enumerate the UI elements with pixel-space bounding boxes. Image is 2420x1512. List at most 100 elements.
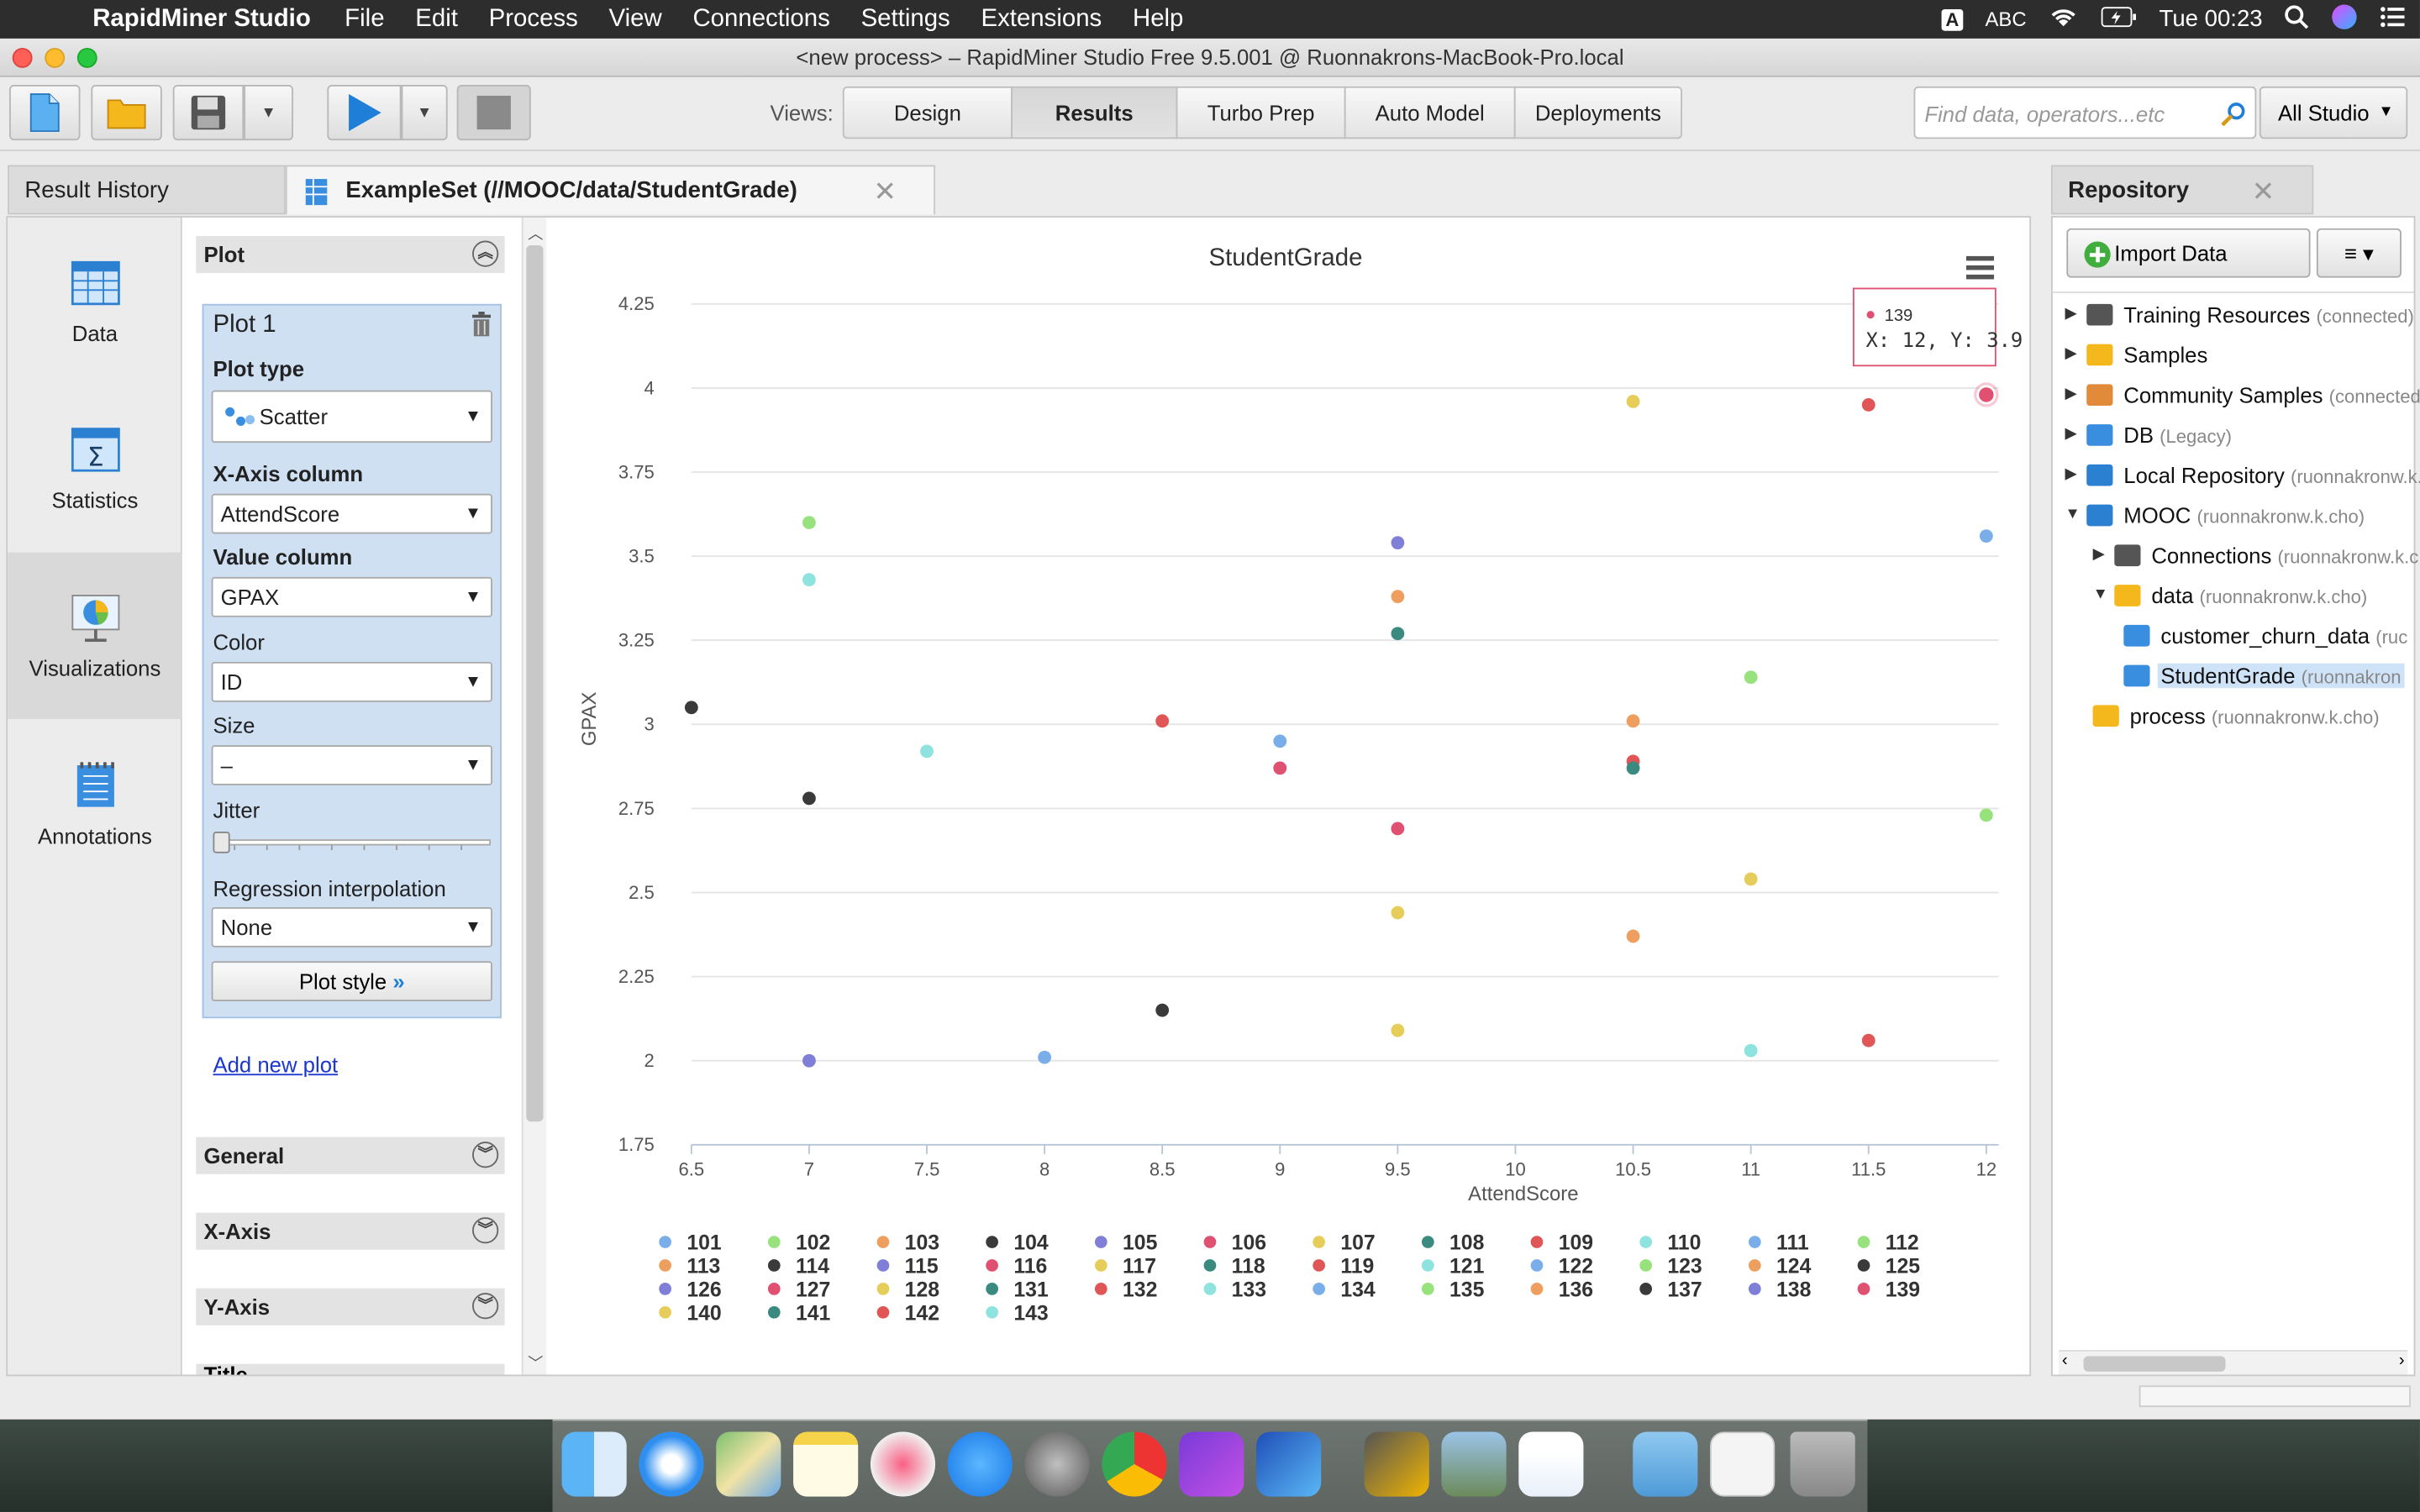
section-x-axis-header[interactable]: X-Axis ︾ bbox=[196, 1212, 505, 1250]
legend-item-label[interactable]: 113 bbox=[687, 1256, 720, 1278]
close-tab-icon[interactable]: ✕ bbox=[873, 166, 897, 216]
run-process-button[interactable] bbox=[327, 85, 402, 141]
global-search-input[interactable]: Find data, operators...etc bbox=[1913, 86, 2257, 139]
tab-repository[interactable]: Repository ✕ bbox=[2050, 165, 2314, 216]
menu-settings[interactable]: Settings bbox=[861, 5, 950, 33]
stop-process-button[interactable] bbox=[456, 85, 531, 141]
tab-result-history[interactable]: Result History bbox=[8, 165, 286, 215]
value-column-select[interactable]: GPAX ▼ bbox=[211, 576, 492, 617]
preview-icon[interactable] bbox=[1441, 1431, 1507, 1497]
data-point[interactable] bbox=[1626, 714, 1640, 728]
legend-item-label[interactable]: 109 bbox=[1559, 1232, 1593, 1255]
legend-item-label[interactable]: 108 bbox=[1449, 1232, 1485, 1255]
system-preferences-icon[interactable] bbox=[1024, 1431, 1090, 1497]
data-point[interactable] bbox=[1391, 822, 1405, 836]
legend-item-label[interactable]: 138 bbox=[1776, 1279, 1812, 1302]
battery-icon[interactable] bbox=[2101, 5, 2138, 33]
legend-item-label[interactable]: 121 bbox=[1449, 1256, 1485, 1278]
data-point[interactable] bbox=[1273, 761, 1287, 775]
keyboard-window-icon[interactable] bbox=[1710, 1431, 1776, 1497]
view-tab-auto-model[interactable]: Auto Model bbox=[1344, 86, 1516, 139]
legend-item-label[interactable]: 123 bbox=[1667, 1256, 1702, 1278]
legend-item-label[interactable]: 143 bbox=[1013, 1302, 1048, 1325]
scroll-down-icon[interactable]: ﹀ bbox=[528, 1350, 543, 1373]
legend-item-label[interactable]: 141 bbox=[796, 1302, 831, 1325]
data-point[interactable] bbox=[1155, 1003, 1170, 1017]
close-window-button[interactable] bbox=[12, 47, 33, 68]
expanded-arrow-icon[interactable]: ▼ bbox=[2065, 506, 2081, 522]
minimize-window-button[interactable] bbox=[45, 47, 66, 68]
data-point[interactable] bbox=[1861, 398, 1876, 412]
nav-visualizations[interactable]: Visualizations bbox=[8, 552, 182, 719]
data-point[interactable] bbox=[802, 1053, 816, 1068]
data-point[interactable] bbox=[1744, 1043, 1758, 1058]
data-point[interactable] bbox=[1273, 734, 1287, 748]
data-point[interactable] bbox=[1391, 1023, 1405, 1037]
notification-center-icon[interactable] bbox=[2380, 5, 2405, 33]
clock[interactable]: Tue 00:23 bbox=[2160, 6, 2263, 32]
data-point[interactable] bbox=[1626, 929, 1640, 943]
legend-item-label[interactable]: 102 bbox=[796, 1232, 830, 1255]
config-panel-scrollbar[interactable]: ︿ ﹀ bbox=[521, 217, 547, 1375]
data-point[interactable] bbox=[1038, 1050, 1052, 1064]
app-menu[interactable]: RapidMiner Studio bbox=[92, 5, 311, 33]
app-store-icon[interactable] bbox=[947, 1431, 1013, 1497]
search-scope-dropdown[interactable]: All Studio ▼ bbox=[2259, 86, 2408, 139]
import-data-button[interactable]: Import Data bbox=[2066, 228, 2311, 278]
legend-item-label[interactable]: 127 bbox=[796, 1279, 830, 1302]
data-point[interactable] bbox=[920, 744, 934, 759]
legend-item-label[interactable]: 105 bbox=[1123, 1232, 1158, 1255]
data-point[interactable] bbox=[802, 573, 816, 587]
nav-data[interactable]: Data bbox=[8, 218, 182, 384]
section-title-header[interactable]: Title bbox=[196, 1363, 505, 1375]
slider-handle[interactable] bbox=[213, 831, 230, 853]
collapsed-arrow-icon[interactable]: ▶ bbox=[2065, 345, 2077, 362]
affinity-photo-icon[interactable] bbox=[1179, 1431, 1244, 1497]
save-options-dropdown[interactable]: ▼ bbox=[244, 85, 293, 141]
legend-item-label[interactable]: 135 bbox=[1449, 1279, 1485, 1302]
legend-item-label[interactable]: 128 bbox=[905, 1279, 940, 1302]
trash-icon[interactable] bbox=[472, 312, 492, 337]
menu-extensions[interactable]: Extensions bbox=[981, 5, 1102, 33]
input-source-label[interactable]: ABC bbox=[1985, 8, 2026, 31]
legend-item-label[interactable]: 103 bbox=[905, 1232, 939, 1255]
tab-exampleset[interactable]: ExampleSet (//MOOC/data/StudentGrade) ✕ bbox=[285, 165, 936, 216]
legend-item-label[interactable]: 131 bbox=[1013, 1279, 1049, 1302]
spotlight-search-icon[interactable] bbox=[2284, 4, 2309, 35]
siri-icon[interactable] bbox=[2330, 3, 2358, 36]
legend-item-label[interactable]: 101 bbox=[687, 1232, 722, 1255]
data-point[interactable] bbox=[1391, 906, 1405, 920]
expand-down-icon[interactable]: ︾ bbox=[472, 1217, 499, 1244]
legend-item-label[interactable]: 134 bbox=[1340, 1279, 1376, 1302]
menu-view[interactable]: View bbox=[609, 5, 662, 33]
numbers-chart-icon[interactable] bbox=[1518, 1431, 1584, 1497]
menu-process[interactable]: Process bbox=[489, 5, 578, 33]
chrome-icon[interactable] bbox=[1102, 1431, 1167, 1497]
safari-icon[interactable] bbox=[639, 1431, 704, 1497]
downloads-folder-icon[interactable] bbox=[1633, 1431, 1698, 1497]
data-point[interactable] bbox=[802, 516, 816, 529]
view-tab-design[interactable]: Design bbox=[842, 86, 1013, 139]
scroll-right-icon[interactable]: › bbox=[2399, 1352, 2405, 1370]
close-tab-icon[interactable]: ✕ bbox=[2252, 166, 2275, 216]
data-point[interactable] bbox=[1744, 872, 1758, 886]
scrollbar-thumb[interactable] bbox=[2083, 1356, 2226, 1372]
chart-menu-icon[interactable] bbox=[1965, 255, 1995, 280]
size-select[interactable]: – ▼ bbox=[211, 745, 492, 785]
view-tab-deployments[interactable]: Deployments bbox=[1513, 86, 1683, 139]
data-point[interactable] bbox=[684, 701, 698, 715]
data-point[interactable] bbox=[1626, 761, 1640, 775]
view-tab-results[interactable]: Results bbox=[1011, 86, 1178, 139]
legend-item-label[interactable]: 116 bbox=[1013, 1256, 1047, 1278]
wifi-icon[interactable] bbox=[2048, 4, 2079, 35]
legend-item-label[interactable]: 104 bbox=[1013, 1232, 1049, 1255]
data-point[interactable] bbox=[1979, 529, 1993, 543]
legend-item-label[interactable]: 139 bbox=[1886, 1279, 1920, 1302]
data-point[interactable] bbox=[1391, 590, 1405, 604]
data-point-selected[interactable] bbox=[1976, 385, 1996, 405]
collapsed-arrow-icon[interactable]: ▶ bbox=[2065, 386, 2077, 402]
legend-item-label[interactable]: 122 bbox=[1559, 1256, 1593, 1278]
input-source-icon[interactable]: A bbox=[1940, 8, 1964, 30]
data-point[interactable] bbox=[1391, 536, 1405, 550]
finder-icon[interactable] bbox=[561, 1431, 627, 1497]
